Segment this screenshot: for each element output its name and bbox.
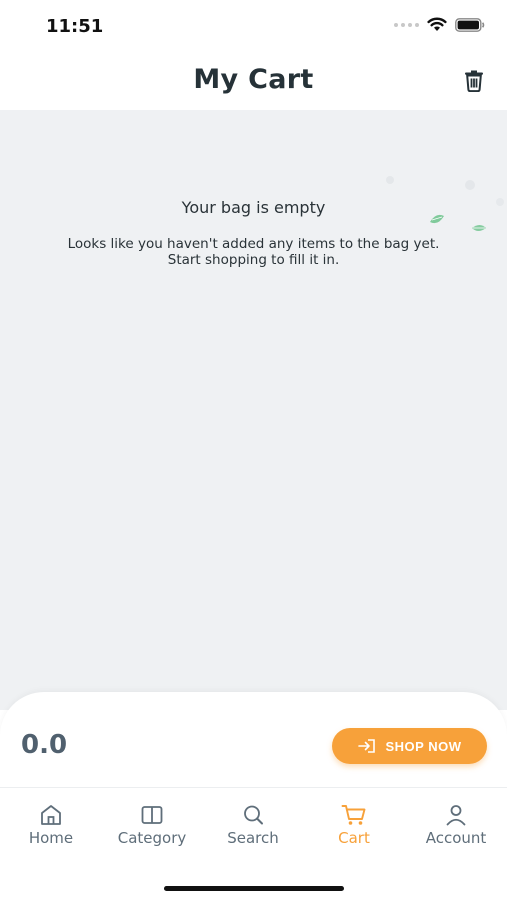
tab-account[interactable]: Account: [406, 804, 506, 847]
wifi-icon: [427, 17, 447, 31]
tab-search[interactable]: Search: [203, 804, 303, 847]
user-icon: [446, 805, 466, 826]
tab-category[interactable]: Category: [102, 804, 202, 847]
status-bar: 11:51: [0, 0, 507, 54]
tab-account-label: Account: [425, 829, 487, 847]
tab-home-label: Home: [28, 829, 74, 847]
battery-icon: [455, 17, 485, 32]
login-arrow-icon: [357, 739, 375, 753]
home-icon: [41, 805, 61, 825]
trash-icon: [465, 70, 483, 93]
empty-cart-message: Looks like you haven't added any items t…: [40, 236, 467, 268]
shop-now-button[interactable]: SHOP NOW: [332, 728, 487, 764]
empty-cart-message-line2: Start shopping to fill it in.: [167, 252, 340, 268]
falling-leaves-illustration: [386, 176, 504, 231]
tab-home[interactable]: Home: [1, 804, 101, 847]
cellular-signal-icon: [394, 22, 419, 27]
book-icon: [141, 806, 163, 824]
cart-total: 0.0: [21, 730, 68, 760]
page-title: My Cart: [193, 64, 314, 95]
cart-content: Your bag is empty Looks like you haven't…: [0, 110, 507, 710]
tab-search-label: Search: [227, 829, 279, 847]
tab-cart-label: Cart: [338, 829, 370, 847]
empty-cart-title: Your bag is empty: [181, 198, 326, 217]
status-time: 11:51: [46, 16, 104, 37]
bottom-tab-bar: Home Category Search Cart Account: [0, 787, 507, 900]
status-icons: [394, 17, 485, 32]
tab-category-label: Category: [117, 829, 187, 847]
cart-footer: 0.0 SHOP NOW: [0, 692, 507, 787]
clear-cart-button[interactable]: [463, 68, 487, 94]
cart-icon: [341, 805, 366, 825]
header: My Cart: [0, 54, 507, 110]
search-icon: [244, 805, 263, 825]
empty-cart-message-line1: Looks like you haven't added any items t…: [67, 236, 440, 252]
tab-cart[interactable]: Cart: [304, 804, 404, 847]
home-indicator[interactable]: [164, 886, 344, 891]
shop-now-label: SHOP NOW: [385, 738, 462, 754]
